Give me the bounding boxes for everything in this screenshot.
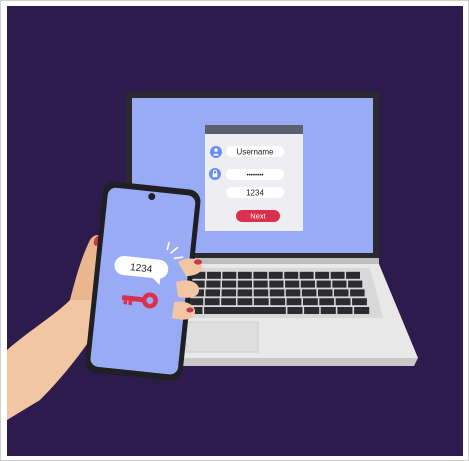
keyboard-key [287, 307, 303, 314]
login-form: Username •••••••• 1234 Next [205, 125, 303, 231]
username-placeholder: Username [237, 148, 274, 157]
keyboard-key [303, 298, 318, 306]
user-icon [210, 146, 222, 158]
keyboard-key [316, 280, 331, 288]
keyboard-key [318, 289, 333, 297]
keyboard-key [253, 289, 269, 297]
keyboard-key [204, 298, 220, 306]
keyboard-key [270, 298, 286, 306]
keyboard-key [301, 289, 317, 297]
touchpad [185, 321, 259, 353]
keyboard-key [253, 298, 269, 306]
keyboard-key [332, 280, 347, 288]
finger-top-nail [194, 259, 202, 265]
keyboard-key [335, 298, 351, 306]
keyboard-key [222, 271, 237, 279]
spacebar-key [204, 307, 286, 314]
keyboard-key [319, 298, 335, 306]
keyboard-key [286, 298, 302, 306]
login-form-titlebar [205, 125, 303, 134]
keyboard-key [354, 307, 370, 314]
keyboard-key [188, 298, 204, 306]
keyboard-key [334, 289, 349, 297]
keyboard-key [285, 289, 301, 297]
keyboard-key [237, 271, 252, 279]
keyboard-key [253, 280, 268, 288]
keyboard-key [237, 280, 252, 288]
keyboard-key [337, 307, 353, 314]
keyboard-key [330, 271, 345, 279]
user-icon-head [214, 148, 218, 152]
keyboard-key [269, 289, 285, 297]
keyboard-key [221, 289, 237, 297]
keyboard-key [207, 271, 221, 279]
keyboard-key [221, 298, 236, 306]
keyboard-key [284, 271, 299, 279]
password-mask: •••••••• [247, 173, 264, 179]
keyboard-key [253, 271, 268, 279]
keyboard-key [222, 280, 237, 288]
finger-bottom-nail [186, 307, 194, 313]
illustration: Username •••••••• 1234 Next 1234 [0, 0, 469, 461]
lock-icon-body [212, 173, 218, 178]
code-value: 1234 [246, 189, 264, 198]
keyboard-key [205, 289, 220, 297]
keyboard-key [315, 271, 330, 279]
keyboard-key [350, 289, 365, 297]
next-button-label: Next [250, 212, 266, 221]
keyboard-key [269, 280, 284, 288]
keyboard-key [352, 298, 367, 306]
keyboard-key [320, 307, 336, 314]
keyboard-key [346, 271, 360, 279]
keyboard-key [237, 298, 253, 306]
keyboard-key [304, 307, 320, 314]
keyboard-key [237, 289, 253, 297]
keyboard-key [285, 280, 300, 288]
keyboard-key [348, 280, 363, 288]
keyboard-key [299, 271, 314, 279]
keyboard-key [206, 280, 221, 288]
keyboard-key [268, 271, 283, 279]
keyboard-key [300, 280, 315, 288]
